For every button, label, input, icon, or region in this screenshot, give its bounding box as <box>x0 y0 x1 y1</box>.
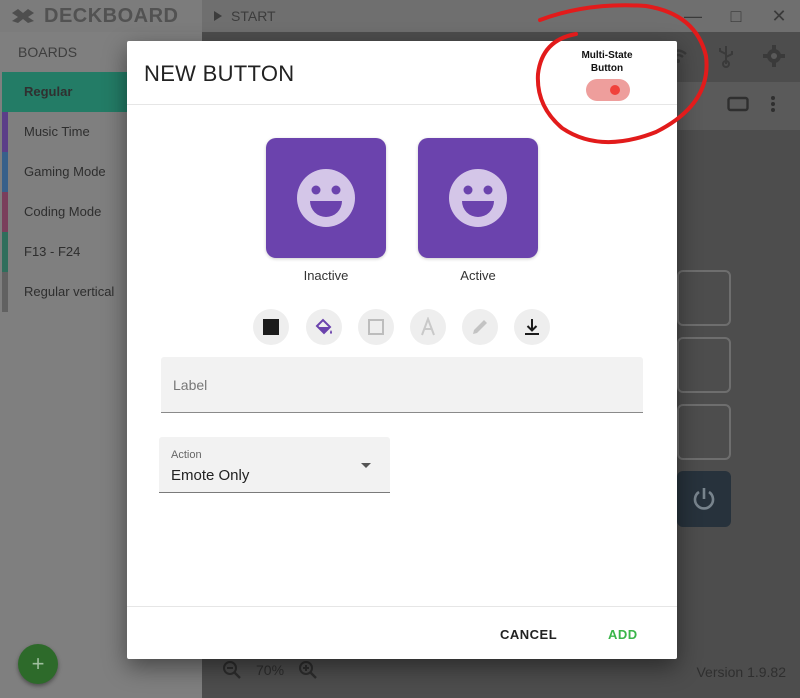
dialog-footer: CANCEL ADD <box>127 606 677 659</box>
download-button[interactable] <box>514 309 550 345</box>
inactive-caption: Inactive <box>303 268 349 283</box>
cancel-button[interactable]: CANCEL <box>500 627 557 642</box>
action-caption: Action <box>171 449 202 461</box>
action-select[interactable]: Action Emote Only <box>159 437 390 493</box>
toggle-knob <box>610 85 620 95</box>
label-input[interactable] <box>173 375 623 395</box>
edit-button[interactable] <box>462 309 498 345</box>
dropdown-arrow-icon <box>361 463 371 468</box>
add-button[interactable]: ADD <box>608 627 638 642</box>
inactive-state-preview[interactable] <box>266 138 386 258</box>
text-style-button[interactable] <box>410 309 446 345</box>
smile-icon <box>449 169 507 227</box>
active-caption: Active <box>460 268 496 283</box>
border-icon <box>368 319 384 335</box>
color-square-icon <box>263 319 279 335</box>
action-value: Emote Only <box>171 467 250 484</box>
pencil-icon <box>473 320 487 334</box>
paint-bucket-icon <box>315 318 332 335</box>
download-icon <box>525 319 539 335</box>
smile-icon <box>297 169 355 227</box>
new-button-dialog: NEW BUTTON Multi-State Button Inactive A… <box>127 41 677 659</box>
text-style-icon <box>421 317 435 336</box>
multi-state-label: Multi-State Button <box>581 50 633 74</box>
border-button[interactable] <box>358 309 394 345</box>
multi-state-toggle[interactable] <box>586 79 630 101</box>
label-field <box>161 357 643 413</box>
background-color-button[interactable] <box>253 309 289 345</box>
icon-color-button[interactable] <box>306 309 342 345</box>
active-state-preview[interactable] <box>418 138 538 258</box>
dialog-title: NEW BUTTON <box>144 61 295 86</box>
dialog-header: NEW BUTTON Multi-State Button <box>127 41 677 105</box>
